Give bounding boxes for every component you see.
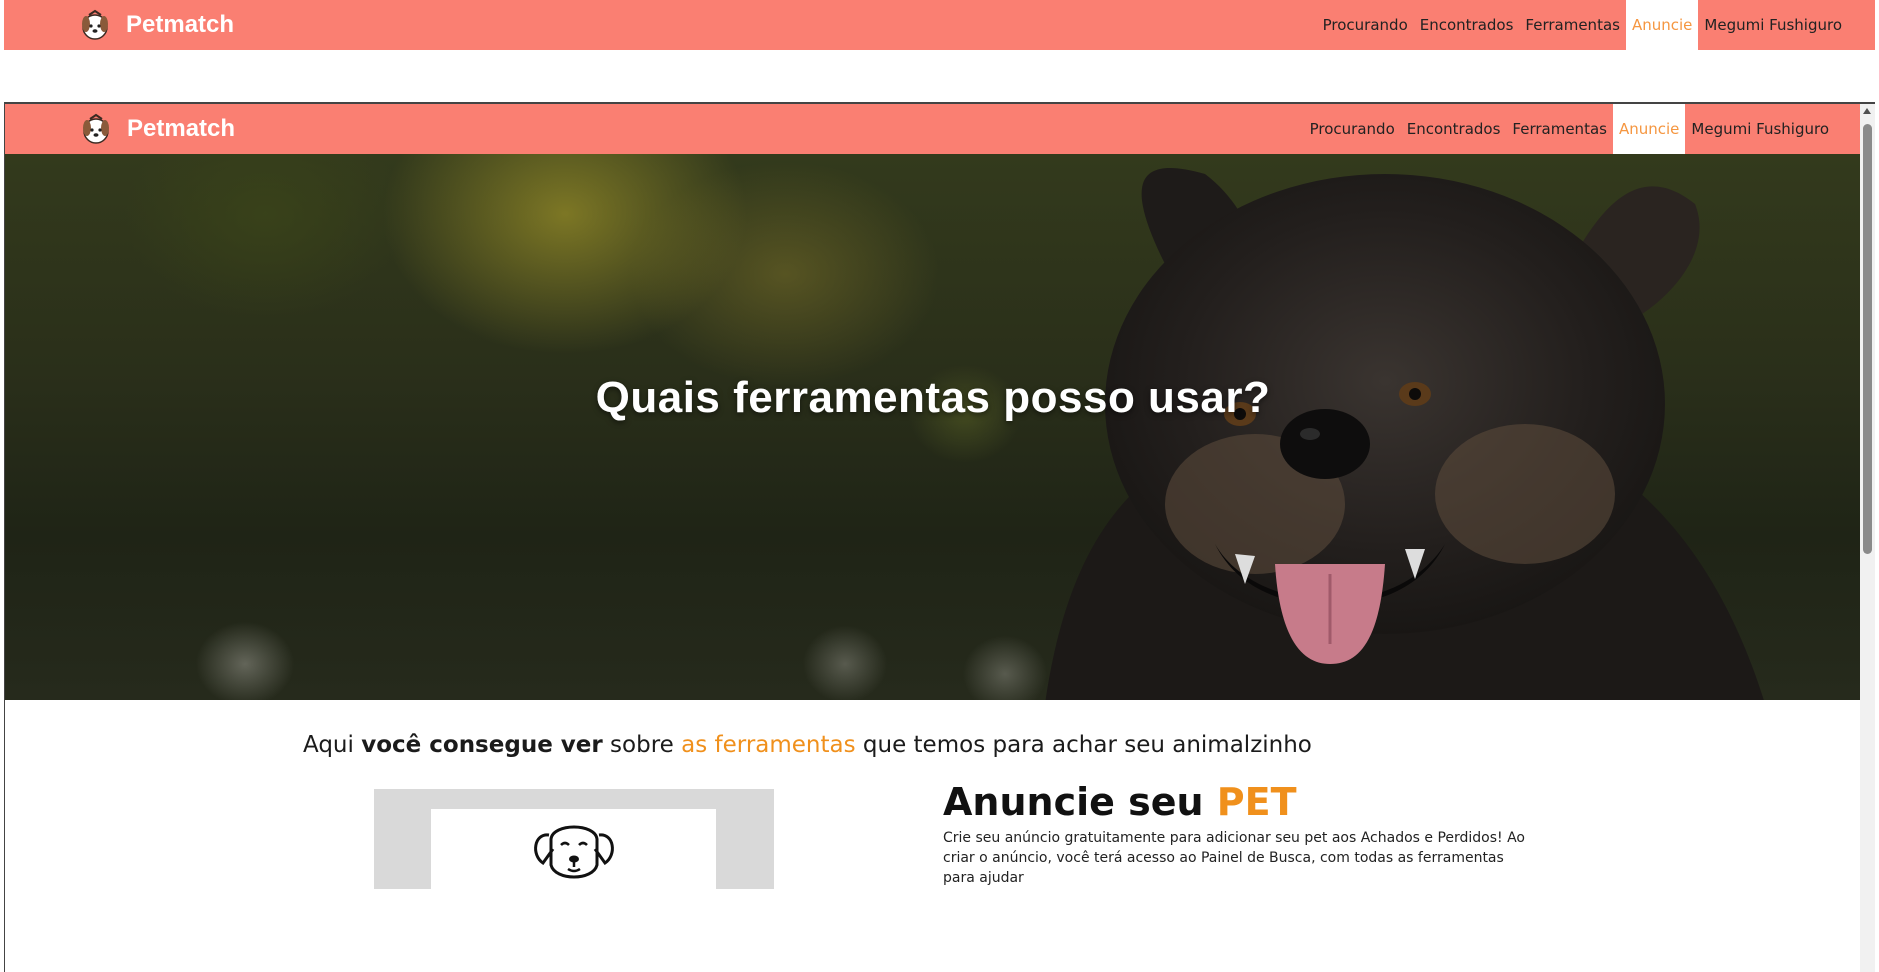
nav-item-user[interactable]: Megumi Fushiguro (1698, 0, 1848, 50)
intro-part-3: sobre (602, 732, 682, 758)
nav-item-encontrados[interactable]: Encontrados (1414, 0, 1520, 50)
nav-item-ferramentas[interactable]: Ferramentas (1506, 104, 1613, 154)
section-title: Anuncie seu PET (943, 780, 1297, 824)
scrollbar-thumb[interactable] (1863, 124, 1872, 554)
nav-links: Procurando Encontrados Ferramentas Anunc… (1304, 104, 1835, 154)
brand[interactable]: Petmatch (77, 110, 235, 148)
nav-item-user[interactable]: Megumi Fushiguro (1685, 104, 1835, 154)
dog-logo-icon (76, 6, 114, 44)
nav-item-anuncie[interactable]: Anuncie (1625, 0, 1699, 50)
nav-item-encontrados[interactable]: Encontrados (1401, 104, 1507, 154)
dog-logo-icon (77, 110, 115, 148)
brand-name: Petmatch (126, 11, 235, 38)
page-frame: Petmatch Procurando Encontrados Ferramen… (4, 104, 1875, 972)
outer-navbar: Petmatch Procurando Encontrados Ferramen… (4, 0, 1875, 50)
scrollbar[interactable] (1860, 104, 1875, 972)
intro-part-4: as ferramentas (681, 732, 856, 758)
intro-part-5: que temos para achar seu animalzinho (855, 732, 1312, 758)
intro-text: Aqui você consegue ver sobre as ferramen… (303, 732, 1312, 758)
hero-banner: Quais ferramentas posso usar? (5, 154, 1861, 700)
brand[interactable]: Petmatch (76, 6, 234, 44)
dog-photo (1045, 168, 1764, 700)
nav-item-ferramentas[interactable]: Ferramentas (1519, 0, 1626, 50)
nav-links: Procurando Encontrados Ferramentas Anunc… (1317, 0, 1848, 50)
nav-item-procurando[interactable]: Procurando (1317, 0, 1414, 50)
intro-part-2: você consegue ver (361, 732, 603, 758)
nav-item-anuncie[interactable]: Anuncie (1612, 104, 1686, 154)
inner-navbar: Petmatch Procurando Encontrados Ferramen… (5, 104, 1861, 154)
scroll-up-arrow-icon[interactable] (1863, 108, 1871, 114)
hero-title: Quais ferramentas posso usar? (595, 373, 1271, 422)
card-inner (431, 809, 716, 889)
brand-name: Petmatch (127, 115, 236, 142)
feature-card-image (374, 789, 774, 889)
nav-item-procurando[interactable]: Procurando (1304, 104, 1401, 154)
section-title-part-1: Anuncie seu (943, 780, 1217, 824)
section-title-part-2: PET (1216, 780, 1297, 824)
section-text: Crie seu anúncio gratuitamente para adic… (943, 830, 1525, 886)
dog-face-icon (529, 815, 619, 889)
intro-part-1: Aqui (303, 732, 362, 758)
